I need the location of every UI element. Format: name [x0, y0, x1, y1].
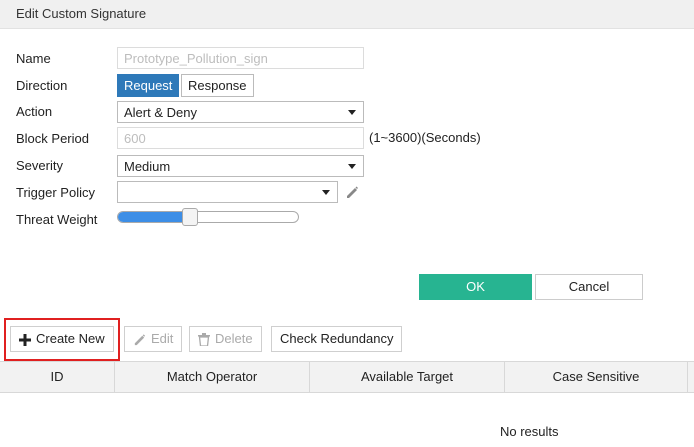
column-header-case-sensitive[interactable]: Case Sensitive [505, 362, 688, 392]
plus-icon [19, 333, 31, 346]
table-header: ID Match Operator Available Target Case … [0, 361, 694, 393]
trigger-policy-select[interactable] [117, 181, 338, 203]
delete-button[interactable]: Delete [189, 326, 262, 352]
direction-label: Direction [16, 78, 68, 93]
ok-button[interactable]: OK [419, 274, 532, 300]
dialog-title-bar: Edit Custom Signature [0, 0, 694, 29]
action-select-value: Alert & Deny [124, 105, 197, 120]
block-period-unit: (1~3600)(Seconds) [369, 130, 481, 145]
chevron-down-icon [348, 164, 356, 169]
threat-weight-slider-fill [118, 212, 190, 222]
empty-table-message: No results [500, 424, 559, 439]
name-input[interactable]: Prototype_Pollution_sign [117, 47, 364, 69]
check-redundancy-button[interactable]: Check Redundancy [271, 326, 403, 352]
pencil-icon[interactable] [345, 185, 359, 199]
threat-weight-label: Threat Weight [16, 212, 98, 227]
create-new-button[interactable]: Create New [10, 326, 114, 352]
cancel-button[interactable]: Cancel [535, 274, 643, 300]
edit-label: Edit [151, 331, 174, 346]
create-new-label: Create New [36, 331, 105, 346]
column-header-available-target[interactable]: Available Target [310, 362, 505, 392]
severity-select[interactable]: Medium [117, 155, 364, 177]
trigger-policy-label: Trigger Policy [16, 185, 95, 200]
severity-select-value: Medium [124, 159, 171, 174]
name-label: Name [16, 51, 51, 66]
column-header-match-operator[interactable]: Match Operator [115, 362, 310, 392]
severity-label: Severity [16, 158, 63, 173]
direction-request-option[interactable]: Request [117, 74, 180, 97]
block-period-label: Block Period [16, 131, 89, 146]
chevron-down-icon [348, 110, 356, 115]
delete-label: Delete [215, 331, 253, 346]
threat-weight-slider[interactable] [117, 211, 299, 223]
block-period-input[interactable]: 600 [117, 127, 364, 149]
direction-response-option[interactable]: Response [181, 74, 254, 97]
threat-weight-slider-handle[interactable] [181, 208, 198, 226]
dialog-title: Edit Custom Signature [16, 6, 147, 21]
pencil-icon [134, 334, 146, 346]
action-select[interactable]: Alert & Deny [117, 101, 364, 123]
column-header-id[interactable]: ID [0, 362, 115, 392]
chevron-down-icon [322, 190, 330, 195]
trash-icon [198, 333, 210, 347]
action-label: Action [16, 104, 53, 119]
edit-button[interactable]: Edit [124, 326, 183, 352]
